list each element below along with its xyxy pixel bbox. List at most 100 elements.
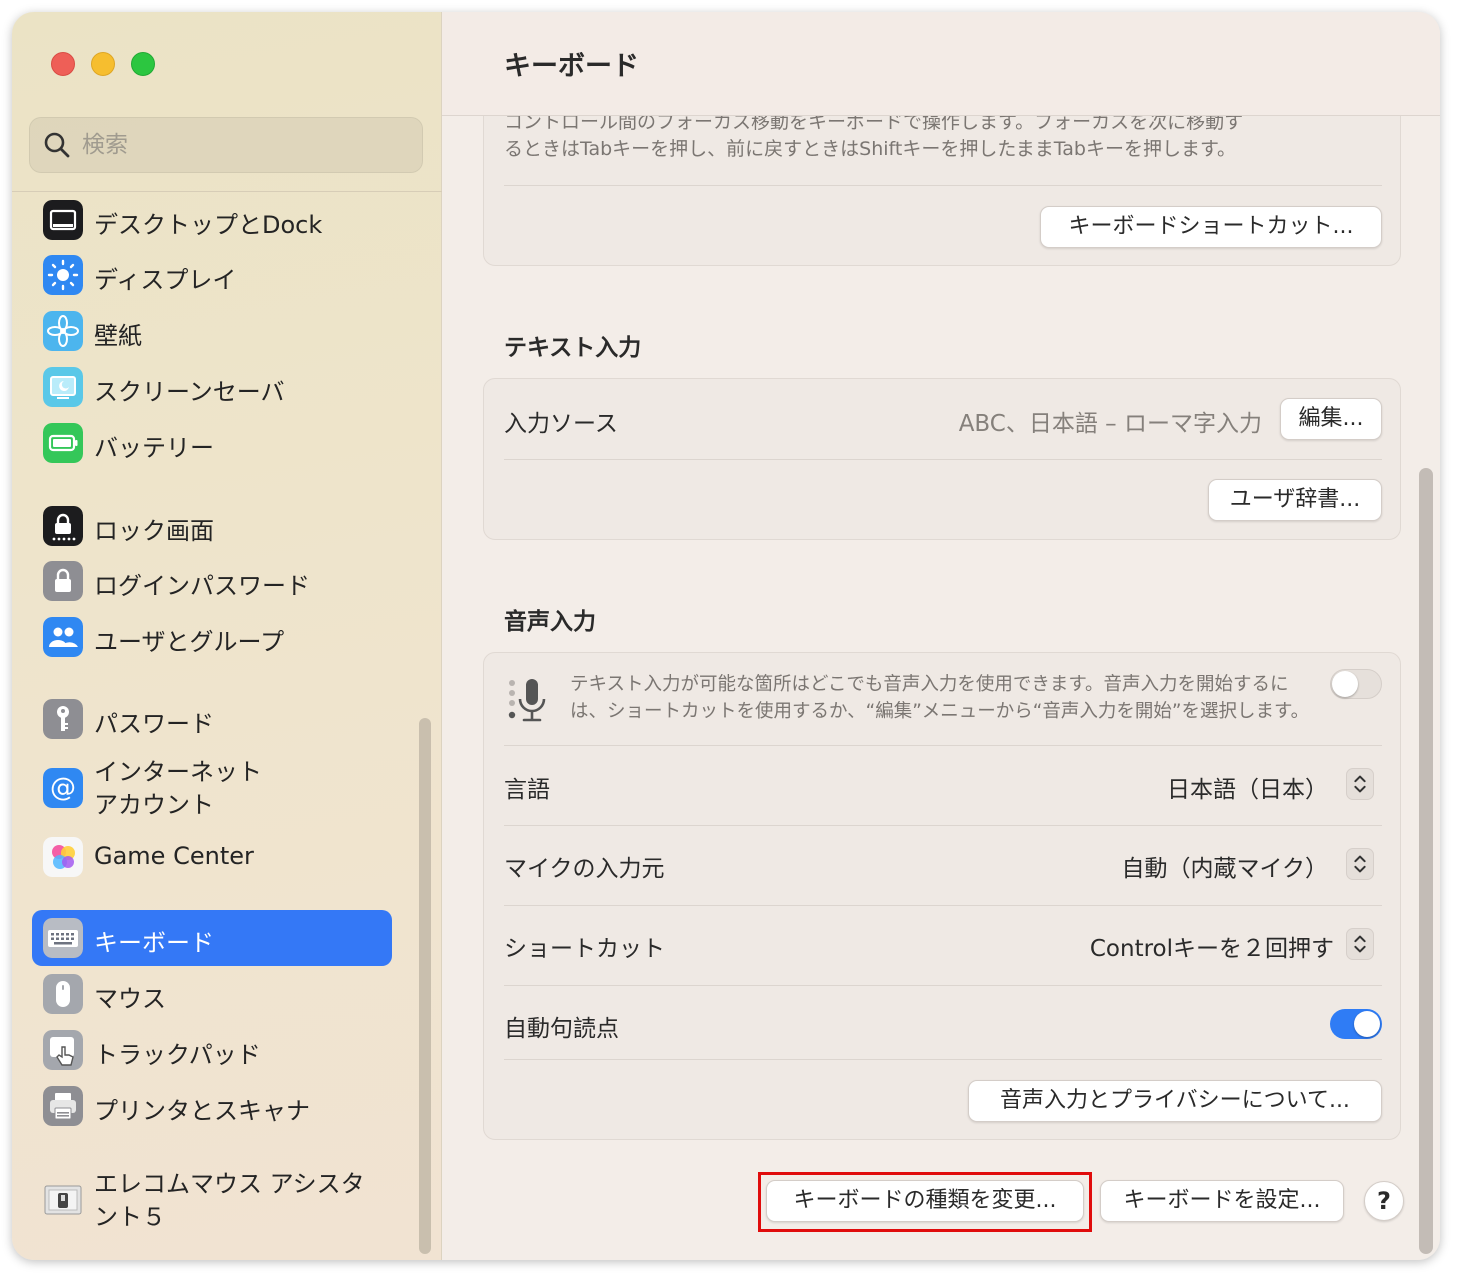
sidebar-item-lock-screen[interactable]: ロック画面: [32, 498, 392, 554]
sidebar-item-keyboard[interactable]: キーボード: [32, 910, 392, 966]
sidebar-item-label: Game Center: [94, 842, 254, 870]
keyboard-icon: [43, 918, 83, 958]
sidebar-item-label: トラックパッド: [94, 1041, 261, 1069]
key-icon: [43, 699, 83, 739]
sidebar-item-label: ログインパスワード: [94, 572, 310, 600]
sidebar-item-printers-scanners[interactable]: プリンタとスキャナ: [32, 1078, 392, 1134]
sidebar-item-desktop-dock[interactable]: デスクトップとDock: [32, 192, 392, 248]
divider: [504, 825, 1382, 826]
main-pane: キーボード コントロール間のフォーカス移動をキーボードで操作します。フォーカスを…: [442, 12, 1440, 1260]
sidebar-item-battery[interactable]: バッテリー: [32, 415, 392, 471]
sidebar-item-mouse[interactable]: マウス: [32, 966, 392, 1022]
dictation-description-line1: テキスト入力が可能な箇所はどこでも音声入力を使用できます。音声入力を開始するに: [570, 674, 1289, 695]
search-icon: [44, 132, 70, 158]
divider: [504, 905, 1382, 906]
elecom-mouse-icon: [44, 1185, 82, 1215]
text-input-section-title: テキスト入力: [504, 335, 642, 361]
highlight-box: [758, 1172, 1092, 1232]
dictation-section-title: 音声入力: [504, 609, 596, 635]
divider: [504, 745, 1382, 746]
sidebar-item-label: 壁紙: [94, 322, 142, 350]
sidebar-item-wallpaper[interactable]: 壁紙: [32, 303, 392, 359]
dictation-description-line2: は、ショートカットを使用するか、“編集”メニューから“音声入力を開始”を選択しま…: [570, 701, 1310, 722]
divider: [504, 185, 1382, 186]
sidebar-scrollbar[interactable]: [419, 718, 431, 1254]
lock-screen-icon: [43, 506, 83, 546]
input-sources-label: 入力ソース: [504, 411, 618, 437]
main-scrollbar[interactable]: [1419, 468, 1433, 1254]
svg-text:@: @: [50, 773, 76, 803]
language-label: 言語: [504, 777, 550, 803]
sidebar-item-elecom-mouse-assistant[interactable]: エレコムマウス アシスタ ント５: [32, 1170, 392, 1231]
keyboard-navigation-description-line2: るときはTabキーを押し、前に戻すときはShiftキーを押したままTabキーを押…: [504, 138, 1237, 160]
sidebar-item-passwords[interactable]: パスワード: [32, 691, 392, 747]
auto-punctuation-toggle[interactable]: [1330, 1009, 1382, 1039]
text-input-card: 入力ソース ABC、日本語 – ローマ字入力 編集... ユーザ辞書...: [483, 378, 1401, 540]
users-groups-icon: [43, 617, 83, 657]
login-password-icon: [43, 561, 83, 601]
title-bar: キーボード: [442, 12, 1440, 116]
desktop-dock-icon: [43, 200, 83, 240]
dictation-toggle[interactable]: [1330, 669, 1382, 699]
minimize-window-button[interactable]: [91, 52, 115, 76]
sidebar-item-login-password[interactable]: ログインパスワード: [32, 553, 392, 609]
dictation-card: テキスト入力が可能な箇所はどこでも音声入力を使用できます。音声入力を開始するに …: [483, 652, 1401, 1140]
sidebar-item-trackpad[interactable]: トラックパッド: [32, 1022, 392, 1078]
language-stepper-icon[interactable]: [1346, 768, 1374, 800]
toggle-knob: [1332, 671, 1358, 697]
dictation-description: テキスト入力が可能な箇所はどこでも音声入力を使用できます。音声入力を開始するに …: [570, 671, 1320, 725]
microphone-stepper-icon[interactable]: [1346, 848, 1374, 880]
help-button[interactable]: ?: [1364, 1181, 1404, 1221]
toggle-knob: [1354, 1011, 1380, 1037]
user-dictionary-button[interactable]: ユーザ辞書...: [1208, 479, 1382, 521]
close-window-button[interactable]: [51, 52, 75, 76]
keyboard-shortcuts-button[interactable]: キーボードショートカット...: [1040, 206, 1382, 248]
language-value[interactable]: 日本語（日本）: [1167, 770, 1328, 804]
battery-icon: [43, 423, 83, 463]
sidebar-item-label: バッテリー: [94, 434, 214, 462]
trackpad-icon: [43, 1030, 83, 1070]
dictation-privacy-button[interactable]: 音声入力とプライバシーについて...: [968, 1080, 1382, 1122]
sidebar-item-label: スクリーンセーバ: [94, 378, 285, 406]
page-title: キーボード: [504, 51, 639, 82]
sidebar-item-label: マウス: [94, 985, 166, 1013]
search-input[interactable]: [82, 128, 402, 162]
dictation-shortcut-value[interactable]: Controlキーを２回押す: [1090, 929, 1334, 963]
auto-punctuation-label: 自動句読点: [504, 1016, 619, 1042]
display-icon: [43, 255, 83, 295]
microphone-source-value[interactable]: 自動（内蔵マイク）: [1121, 849, 1328, 883]
zoom-window-button[interactable]: [131, 52, 155, 76]
printer-icon: [43, 1086, 83, 1126]
sidebar-item-label: エレコムマウス アシスタ ント５: [94, 1170, 365, 1231]
sidebar: デスクトップとDock ディスプレイ: [12, 12, 442, 1260]
keyboard-navigation-description: コントロール間のフォーカス移動をキーボードで操作します。フォーカスを次に移動す …: [504, 109, 1384, 163]
screensaver-icon: [43, 367, 83, 407]
sidebar-item-label: デスクトップとDock: [94, 211, 323, 239]
game-center-icon: [43, 837, 83, 877]
shortcut-stepper-icon[interactable]: [1346, 928, 1374, 960]
wallpaper-icon: [43, 311, 83, 351]
divider: [504, 459, 1382, 460]
divider: [504, 985, 1382, 986]
search-field[interactable]: [29, 117, 423, 173]
sidebar-item-users-groups[interactable]: ユーザとグループ: [32, 609, 392, 665]
sidebar-item-label: ユーザとグループ: [94, 628, 285, 656]
dictation-shortcut-label: ショートカット: [504, 936, 665, 962]
sidebar-item-label: インターネット アカウント: [94, 758, 262, 819]
mouse-icon: [43, 974, 83, 1014]
microphone-icon: [508, 679, 546, 722]
sidebar-item-display[interactable]: ディスプレイ: [32, 247, 392, 303]
sidebar-item-label: キーボード: [94, 929, 214, 957]
sidebar-item-screensaver[interactable]: スクリーンセーバ: [32, 359, 392, 415]
edit-input-sources-button[interactable]: 編集...: [1280, 398, 1382, 440]
settings-window: デスクトップとDock ディスプレイ: [12, 12, 1440, 1260]
sidebar-item-game-center[interactable]: Game Center: [32, 829, 392, 885]
sidebar-item-label: ディスプレイ: [94, 266, 237, 294]
divider: [504, 1059, 1382, 1060]
microphone-source-label: マイクの入力元: [504, 856, 665, 882]
sidebar-item-label: プリンタとスキャナ: [94, 1097, 310, 1125]
sidebar-item-internet-accounts[interactable]: @ インターネット アカウント: [32, 758, 392, 819]
sidebar-item-label: パスワード: [94, 710, 214, 738]
set-up-keyboard-button[interactable]: キーボードを設定...: [1100, 1180, 1344, 1222]
at-sign-icon: @: [43, 768, 83, 808]
